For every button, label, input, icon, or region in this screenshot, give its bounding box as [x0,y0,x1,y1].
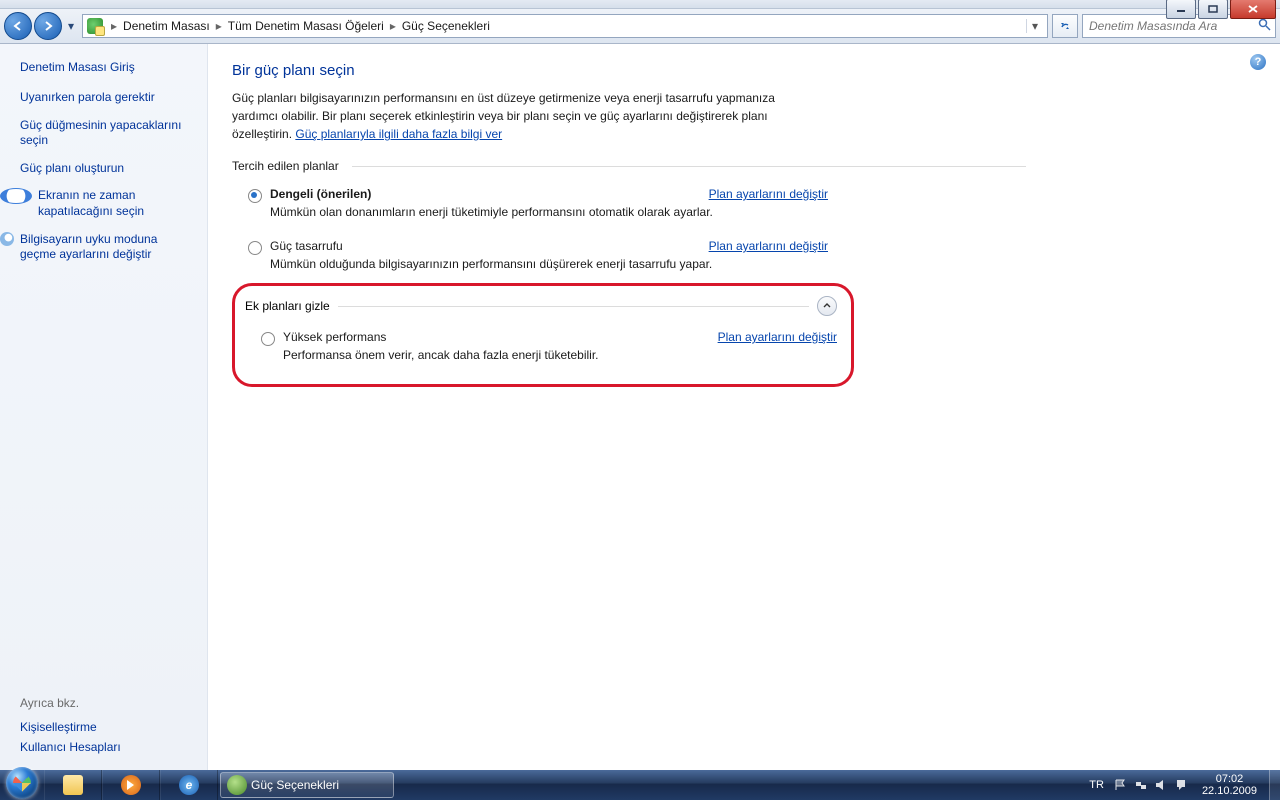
action-center-icon[interactable] [1174,778,1188,792]
plan-high-performance-name: Yüksek performans [283,330,386,344]
taskbar: Güç Seçenekleri TR 07:02 22.10.2009 [0,770,1280,800]
window-minimize-button[interactable] [1166,0,1196,19]
page-title: Bir güç planı seçin [232,62,1256,79]
nav-back-button[interactable] [4,12,32,40]
windows-orb-icon [6,767,38,799]
show-desktop-button[interactable] [1269,770,1280,800]
breadcrumb-control-panel[interactable]: Denetim Masası [121,19,212,33]
address-bar[interactable]: ▸ Denetim Masası ▸ Tüm Denetim Masası Öğ… [82,14,1048,38]
additional-plans-label: Ek planları gizle [245,299,330,313]
clock-date: 22.10.2009 [1202,785,1257,797]
taskbar-pinned-explorer[interactable] [44,770,102,800]
clock-time: 07:02 [1202,773,1257,785]
content-pane: ? Bir güç planı seçin Güç planları bilgi… [208,44,1280,772]
window-maximize-button[interactable] [1198,0,1228,19]
plan-power-saver-change-link[interactable]: Plan ayarlarını değiştir [709,239,828,253]
ie-icon [179,775,199,795]
plan-power-saver-name: Güç tasarrufu [270,239,343,253]
moon-icon [0,232,14,246]
plan-high-performance-radio[interactable] [261,332,275,346]
search-icon[interactable] [1258,18,1271,34]
plan-high-performance-desc: Performansa önem verir, ancak daha fazla… [283,348,837,362]
address-dropdown-icon[interactable]: ▾ [1026,19,1043,33]
taskbar-pinned-media-player[interactable] [102,770,160,800]
sidebar-task-power-button-action[interactable]: Güç düğmesinin yapacaklarını seçin [20,118,195,149]
taskbar-task-power-options[interactable]: Güç Seçenekleri [220,772,394,798]
refresh-button[interactable] [1052,14,1078,38]
navigation-toolbar: ▾ ▸ Denetim Masası ▸ Tüm Denetim Masası … [0,9,1280,44]
sidebar-task-display-off[interactable]: Ekranın ne zaman kapatılacağını seçin [20,188,195,219]
search-input[interactable] [1087,18,1258,34]
collapse-additional-plans-button[interactable] [817,296,837,316]
see-also-personalization[interactable]: Kişiselleştirme [20,720,195,734]
taskbar-task-label: Güç Seçenekleri [251,778,339,792]
breadcrumb-separator-icon: ▸ [111,19,117,33]
language-indicator[interactable]: TR [1089,779,1104,791]
nav-history-dropdown[interactable]: ▾ [64,15,78,37]
plan-balanced-name: Dengeli (önerilen) [270,187,371,201]
plan-balanced-radio[interactable] [248,189,262,203]
divider [338,306,809,307]
folder-icon [63,775,83,795]
start-button[interactable] [0,770,44,800]
intro-text: Güç planları bilgisayarınızın performans… [232,89,812,143]
window-close-button[interactable] [1230,0,1276,19]
breadcrumb-separator-icon: ▸ [216,19,222,33]
breadcrumb-separator-icon: ▸ [390,19,396,33]
additional-plans-section: Ek planları gizle Yüksek performans Plan… [232,283,854,387]
sidebar-task-require-password[interactable]: Uyanırken parola gerektir [20,90,195,106]
more-info-link[interactable]: Güç planlarıyla ilgili daha fazla bilgi … [295,127,502,141]
clock-icon [0,188,32,204]
sidebar-task-sleep-settings[interactable]: Bilgisayarın uyku moduna geçme ayarların… [20,232,195,263]
taskbar-pinned-ie[interactable] [160,770,218,800]
sidebar: Denetim Masası Giriş Uyanırken parola ge… [0,44,208,772]
plan-balanced-change-link[interactable]: Plan ayarlarını değiştir [709,187,828,201]
preferred-plans-label: Tercih edilen planlar [232,159,1256,173]
sidebar-home-link[interactable]: Denetim Masası Giriş [20,60,195,74]
media-player-icon [121,775,141,795]
window-titlebar [0,0,1280,9]
plan-power-saver-radio[interactable] [248,241,262,255]
plan-high-performance: Yüksek performans Plan ayarlarını değişt… [245,326,837,366]
breadcrumb-all-items[interactable]: Tüm Denetim Masası Öğeleri [226,19,386,33]
system-tray: TR 07:02 22.10.2009 [1085,770,1269,800]
see-also-user-accounts[interactable]: Kullanıcı Hesapları [20,740,195,754]
nav-forward-button[interactable] [34,12,62,40]
power-options-icon [227,775,247,795]
network-icon[interactable] [1134,778,1148,792]
breadcrumb-power-options[interactable]: Güç Seçenekleri [400,19,492,33]
plan-power-saver: Güç tasarrufu Plan ayarlarını değiştir M… [232,235,828,275]
see-also-header: Ayrıca bkz. [20,696,195,710]
plan-power-saver-desc: Mümkün olduğunda bilgisayarınızın perfor… [270,257,828,271]
control-panel-icon [87,18,103,34]
plan-balanced-desc: Mümkün olan donanımların enerji tüketimi… [270,205,828,219]
volume-icon[interactable] [1154,778,1168,792]
taskbar-clock[interactable]: 07:02 22.10.2009 [1194,773,1265,797]
plan-high-performance-change-link[interactable]: Plan ayarlarını değiştir [718,330,837,344]
help-button[interactable]: ? [1250,54,1266,70]
plan-balanced: Dengeli (önerilen) Plan ayarlarını değiş… [232,183,828,223]
sidebar-task-create-plan[interactable]: Güç planı oluşturun [20,161,195,177]
flag-icon[interactable] [1114,778,1128,792]
